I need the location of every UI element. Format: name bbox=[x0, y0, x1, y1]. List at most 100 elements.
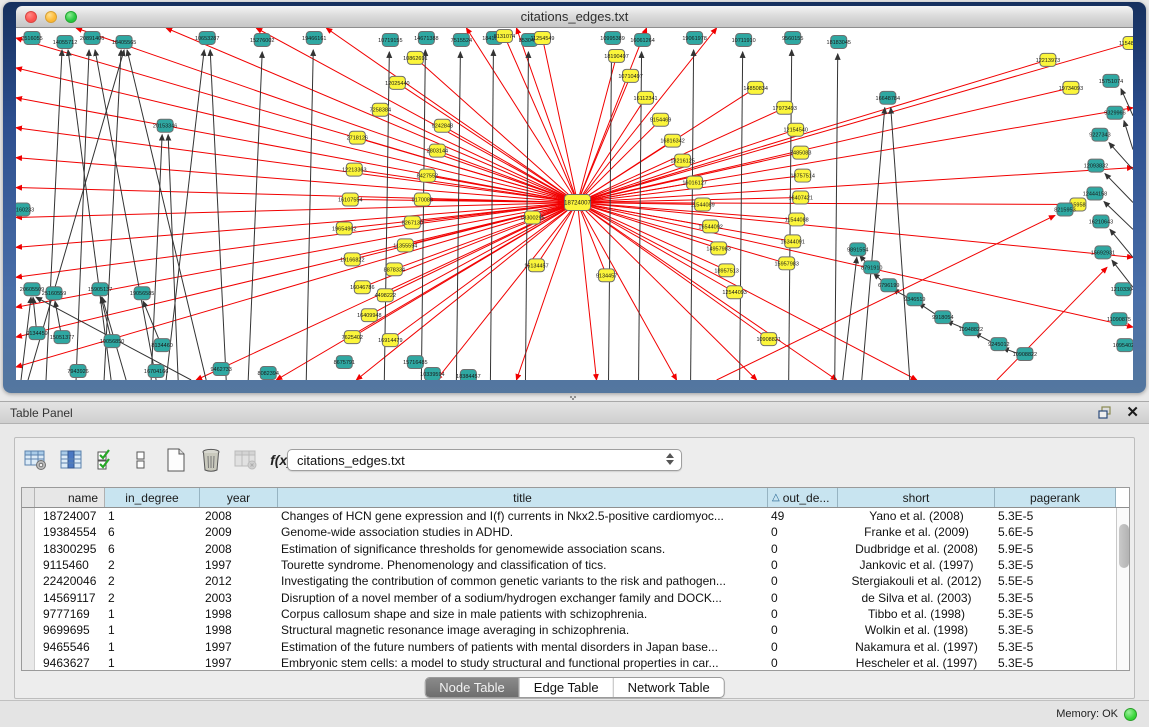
show-columns-icon[interactable] bbox=[58, 447, 84, 473]
cell[interactable]: 5.3E-5 bbox=[995, 640, 1116, 654]
graph-node[interactable]: 9891554 bbox=[847, 243, 868, 256]
graph-node[interactable]: 11544088 bbox=[785, 213, 809, 226]
graph-node[interactable]: 2516055 bbox=[21, 31, 42, 44]
graph-node[interactable]: 9462733 bbox=[210, 363, 231, 376]
graph-node[interactable]: 16344091 bbox=[780, 235, 804, 248]
graph-node[interactable]: 2803144 bbox=[427, 144, 448, 157]
graph-node[interactable]: 19056585 bbox=[130, 287, 154, 300]
cell[interactable]: Nakamura et al. (1997) bbox=[838, 640, 995, 654]
graph-node[interactable]: 20891406 bbox=[80, 31, 104, 44]
graph-node[interactable]: 9154469 bbox=[650, 113, 671, 126]
graph-node[interactable]: 7258384 bbox=[370, 103, 391, 116]
graph-node[interactable]: 18757514 bbox=[790, 169, 814, 182]
graph-node[interactable]: 20153346 bbox=[153, 119, 177, 132]
column-header-name[interactable]: name bbox=[35, 488, 105, 507]
cell[interactable]: 9463627 bbox=[35, 656, 105, 670]
graph-node[interactable]: 17973493 bbox=[772, 101, 796, 114]
graph-node[interactable]: 19061978 bbox=[682, 31, 706, 44]
graph-node[interactable]: 16112341 bbox=[634, 91, 658, 104]
cell[interactable]: de Silva et al. (2003) bbox=[838, 591, 995, 605]
cell[interactable]: 1998 bbox=[200, 623, 278, 637]
graph-node[interactable]: 8878334 bbox=[384, 263, 405, 276]
cell[interactable]: Corpus callosum shape and size in male p… bbox=[278, 607, 768, 621]
cell[interactable]: 49 bbox=[768, 509, 838, 523]
graph-node[interactable]: 9134459 bbox=[26, 327, 47, 340]
graph-node[interactable]: 19466161 bbox=[302, 31, 326, 44]
cell[interactable]: 1 bbox=[105, 607, 200, 621]
delete-column-icon[interactable] bbox=[198, 447, 224, 473]
graph-node[interactable]: 19654962 bbox=[332, 222, 356, 235]
graph-node[interactable]: 20160233 bbox=[16, 203, 34, 216]
graph-node[interactable]: 8131074 bbox=[494, 29, 515, 42]
cell[interactable]: 0 bbox=[768, 525, 838, 539]
cell[interactable]: Structural magnetic resonance image aver… bbox=[278, 623, 768, 637]
cell[interactable]: 1 bbox=[105, 656, 200, 670]
cell[interactable]: 2009 bbox=[200, 525, 278, 539]
cell[interactable]: 0 bbox=[768, 607, 838, 621]
graph-node[interactable]: 14671388 bbox=[414, 31, 438, 44]
cell[interactable]: 9777169 bbox=[35, 607, 105, 621]
cell[interactable]: 18300295 bbox=[35, 542, 105, 556]
float-panel-icon[interactable] bbox=[1098, 406, 1112, 419]
cell[interactable]: 2003 bbox=[200, 591, 278, 605]
cell[interactable]: 5.3E-5 bbox=[995, 656, 1116, 670]
graph-node[interactable]: 18957513 bbox=[714, 264, 738, 277]
network-canvas[interactable]: 2516055 14055712 20891406 18405565 10653… bbox=[16, 28, 1133, 380]
cell[interactable]: 2 bbox=[105, 558, 200, 572]
cell[interactable]: Estimation of the future numbers of pati… bbox=[278, 640, 768, 654]
cell[interactable]: Tourette syndrome. Phenomenology and cla… bbox=[278, 558, 768, 572]
cell[interactable]: 1997 bbox=[200, 558, 278, 572]
checklist-icon[interactable] bbox=[93, 447, 119, 473]
tab-edge-table[interactable]: Edge Table bbox=[520, 678, 614, 697]
column-header-out_de[interactable]: △out_de... bbox=[768, 488, 838, 507]
cell[interactable]: Estimation of significance thresholds fo… bbox=[278, 542, 768, 556]
table-row[interactable]: 1456911722003Disruption of a novel membe… bbox=[22, 589, 1116, 605]
cell[interactable]: 6 bbox=[105, 542, 200, 556]
cell[interactable]: 5.9E-5 bbox=[995, 542, 1116, 556]
graph-node[interactable]: 14850834 bbox=[743, 81, 767, 94]
graph-node[interactable]: 10653287 bbox=[195, 31, 219, 44]
cell[interactable]: Genome-wide association studies in ADHD. bbox=[278, 525, 768, 539]
cell[interactable]: 2008 bbox=[200, 509, 278, 523]
cell[interactable]: Embryonic stem cells: a model to study s… bbox=[278, 656, 768, 670]
cell[interactable]: 5.3E-5 bbox=[995, 591, 1116, 605]
graph-node[interactable]: 16914479 bbox=[378, 334, 402, 347]
cell[interactable]: Yano et al. (2008) bbox=[838, 509, 995, 523]
cell[interactable]: 1997 bbox=[200, 656, 278, 670]
graph-node[interactable]: 9560155 bbox=[782, 31, 803, 44]
column-header-pagerank[interactable]: pagerank bbox=[995, 488, 1116, 507]
cell[interactable]: 0 bbox=[768, 574, 838, 588]
graph-node[interactable]: 16704166 bbox=[144, 365, 168, 378]
cell[interactable]: Stergiakouli et al. (2012) bbox=[838, 574, 995, 588]
graph-node[interactable]: 10710497 bbox=[618, 69, 642, 82]
column-header-short[interactable]: short bbox=[838, 488, 995, 507]
graph-node[interactable]: 10954022 bbox=[1113, 339, 1133, 352]
window-titlebar[interactable]: citations_edges.txt bbox=[16, 6, 1133, 28]
cell[interactable]: 0 bbox=[768, 558, 838, 572]
graph-node[interactable]: 15751074 bbox=[1099, 74, 1123, 87]
cell[interactable]: 1 bbox=[105, 509, 200, 523]
table-row[interactable]: 977716911998Corpus callosum shape and si… bbox=[22, 606, 1116, 622]
graph-node[interactable]: 15716485 bbox=[403, 356, 427, 369]
cell[interactable]: Wolkin et al. (1998) bbox=[838, 623, 995, 637]
new-column-icon[interactable] bbox=[163, 447, 189, 473]
graph-node[interactable]: 12103304 bbox=[1111, 283, 1133, 296]
table-row[interactable]: 1938455462009Genome-wide association stu… bbox=[22, 524, 1116, 540]
graph-node[interactable]: 14055712 bbox=[53, 35, 77, 48]
close-window-button[interactable] bbox=[25, 11, 37, 23]
cell[interactable]: 5.6E-5 bbox=[995, 525, 1116, 539]
cell[interactable]: 9699695 bbox=[35, 623, 105, 637]
cell[interactable]: 0 bbox=[768, 591, 838, 605]
cell[interactable]: 19384554 bbox=[35, 525, 105, 539]
graph-node[interactable]: 10711910 bbox=[732, 33, 756, 46]
tab-network-table[interactable]: Network Table bbox=[614, 678, 724, 697]
graph-node[interactable]: 4498222 bbox=[375, 289, 396, 302]
graph-node[interactable]: 9918054 bbox=[932, 311, 953, 324]
table-scrollbar[interactable] bbox=[1116, 508, 1130, 671]
cell[interactable]: 2 bbox=[105, 591, 200, 605]
graph-node[interactable]: 8267130 bbox=[402, 216, 423, 229]
cell[interactable]: 5.3E-5 bbox=[995, 607, 1116, 621]
graph-node[interactable]: 8675791 bbox=[334, 356, 355, 369]
cell[interactable]: Tibbo et al. (1998) bbox=[838, 607, 995, 621]
table-row[interactable]: 1872400712008Changes of HCN gene express… bbox=[22, 508, 1116, 524]
